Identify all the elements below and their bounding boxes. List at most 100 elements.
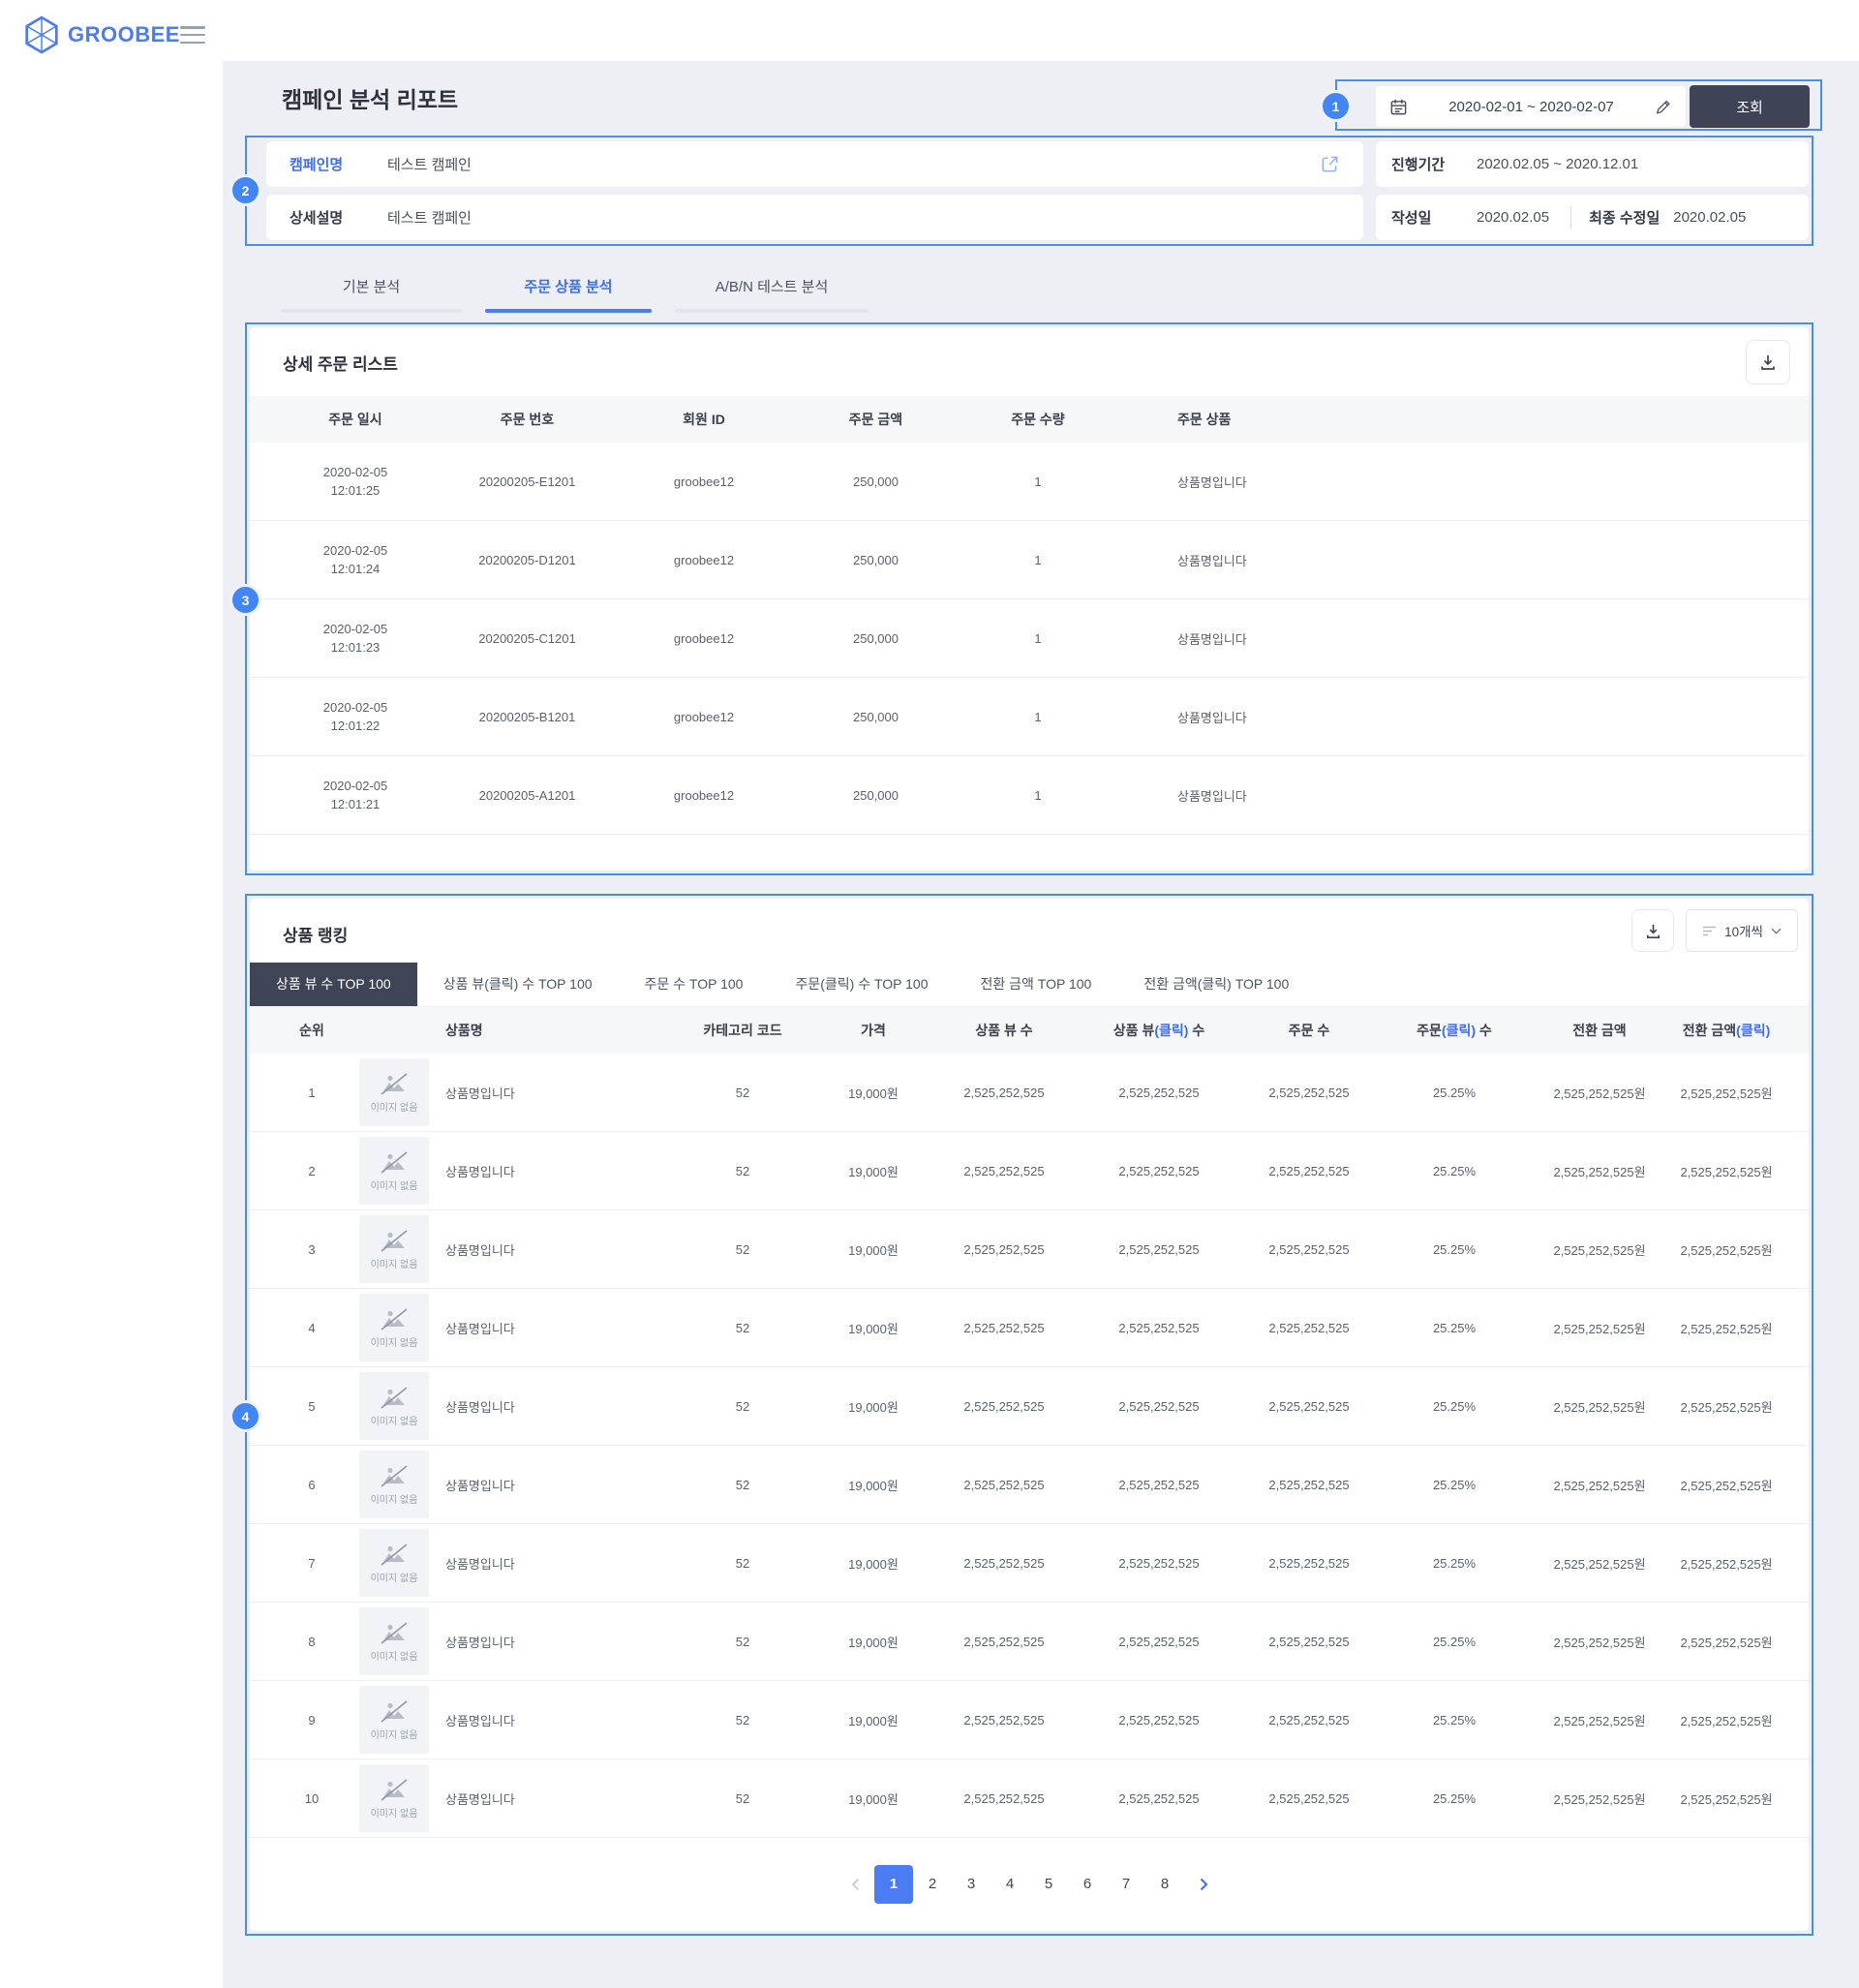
tab-analysis-0[interactable]: 기본 분석: [281, 276, 462, 313]
cell-price: 19,000원: [815, 1554, 931, 1573]
cell-category: 52: [670, 1321, 815, 1335]
cell-thumbnail: 이미지 없음: [350, 1686, 438, 1754]
campaign-dates-field: 작성일 2020.02.05 최종 수정일 2020.02.05: [1376, 195, 1809, 240]
order-col-header: 주문 번호: [438, 410, 617, 429]
table-row: 2020-02-0512:01:2220200205-B1201groobee1…: [250, 678, 1809, 756]
page-size-dropdown[interactable]: 10개씩: [1686, 909, 1798, 952]
ranking-row: 9이미지 없음상품명입니다5219,000원2,525,252,5252,525…: [250, 1681, 1809, 1759]
order-list-title: 상세 주문 리스트: [283, 351, 398, 375]
order-datetime: 2020-02-0512:01:25: [273, 463, 438, 500]
cell-thumbnail: 이미지 없음: [350, 1451, 438, 1518]
header-click-text: (클릭): [1154, 1023, 1188, 1038]
cell-conversion-clicks: 2,525,252,525원: [1667, 1319, 1785, 1337]
download-button[interactable]: [1746, 340, 1790, 384]
ranking-tab-3[interactable]: 주문(클릭) 수 TOP 100: [769, 963, 954, 1006]
brand-logo[interactable]: GROOBEE: [24, 15, 180, 54]
product-thumbnail: 이미지 없음: [359, 1372, 429, 1440]
ranking-row: 1이미지 없음상품명입니다5219,000원2,525,252,5252,525…: [250, 1054, 1809, 1132]
cell-member-id: groobee12: [617, 553, 791, 567]
order-col-header: 주문 상품: [1115, 410, 1809, 429]
ranking-tab-1[interactable]: 상품 뷰(클릭) 수 TOP 100: [417, 963, 619, 1006]
cell-view-clicks: 2,525,252,525: [1077, 1399, 1241, 1414]
order-datetime: 2020-02-0512:01:24: [273, 541, 438, 578]
ranking-tab-2[interactable]: 주문 수 TOP 100: [619, 963, 770, 1006]
table-row: 2020-02-0512:01:2520200205-E1201groobee1…: [250, 443, 1809, 521]
header-text: 수: [1188, 1023, 1204, 1038]
brand-name: GROOBEE: [68, 22, 180, 47]
campaign-name-label: 캠페인명: [290, 154, 387, 174]
cell-price: 19,000원: [815, 1633, 931, 1651]
cell-conversion-clicks: 2,525,252,525원: [1667, 1397, 1785, 1416]
cell-views: 2,525,252,525: [931, 1635, 1077, 1649]
download-icon: [1758, 352, 1778, 372]
cell-order-datetime: 2020-02-0512:01:24: [273, 541, 438, 578]
order-col-header: 주문 일시: [273, 410, 438, 429]
cell-order-clicks: 25.25%: [1377, 1791, 1532, 1806]
annotation-badge-3: 3: [232, 587, 259, 613]
ranking-tab-4[interactable]: 전환 금액 TOP 100: [955, 963, 1118, 1006]
no-image-caption: 이미지 없음: [371, 1099, 418, 1114]
prev-page-button[interactable]: [836, 1865, 874, 1904]
order-table-header: 주문 일시주문 번호회원 ID주문 금액주문 수량주문 상품: [250, 396, 1809, 443]
cell-conversion: 2,525,252,525원: [1532, 1633, 1667, 1651]
table-row: 2020-02-0512:01:2120200205-A1201groobee1…: [250, 756, 1809, 835]
next-page-button[interactable]: [1184, 1865, 1223, 1904]
date-range-picker[interactable]: 2020-02-01 ~ 2020-02-07: [1376, 86, 1686, 127]
ranking-tab-0[interactable]: 상품 뷰 수 TOP 100: [250, 963, 417, 1006]
sidebar: GROOBEE: [0, 0, 223, 1988]
pagination: 12345678: [250, 1865, 1809, 1904]
page-button-8[interactable]: 8: [1145, 1865, 1184, 1904]
cell-order-datetime: 2020-02-0512:01:22: [273, 698, 438, 735]
cell-amount: 250,000: [791, 631, 960, 646]
order-col-header: 주문 수량: [960, 410, 1115, 429]
cell-conversion: 2,525,252,525원: [1532, 1162, 1667, 1180]
cell-product-name: 상품명입니다: [438, 1319, 670, 1337]
ranking-col-header: 전환 금액: [1532, 1021, 1667, 1040]
cell-orders: 2,525,252,525: [1241, 1791, 1377, 1806]
period-label: 진행기간: [1391, 154, 1477, 174]
product-thumbnail: 이미지 없음: [359, 1764, 429, 1832]
cell-category: 52: [670, 1164, 815, 1178]
cell-view-clicks: 2,525,252,525: [1077, 1086, 1241, 1100]
no-image-icon: [380, 1307, 409, 1331]
cell-price: 19,000원: [815, 1319, 931, 1337]
edit-pencil-icon[interactable]: [1655, 98, 1672, 115]
cell-order-clicks: 25.25%: [1377, 1164, 1532, 1178]
cell-order-clicks: 25.25%: [1377, 1635, 1532, 1649]
menu-toggle-button[interactable]: [180, 26, 205, 44]
header-click-text: (클릭): [1442, 1023, 1476, 1038]
page-button-5[interactable]: 5: [1029, 1865, 1068, 1904]
product-thumbnail: 이미지 없음: [359, 1215, 429, 1283]
page-button-4[interactable]: 4: [990, 1865, 1029, 1904]
search-button[interactable]: 조회: [1690, 85, 1810, 128]
cell-qty: 1: [960, 710, 1115, 724]
tab-analysis-2[interactable]: A/B/N 테스트 분석: [675, 276, 869, 313]
cell-order-clicks: 25.25%: [1377, 1713, 1532, 1728]
page-button-3[interactable]: 3: [952, 1865, 990, 1904]
cell-thumbnail: 이미지 없음: [350, 1058, 438, 1126]
cell-conversion: 2,525,252,525원: [1532, 1711, 1667, 1729]
header-text: 주문: [1417, 1023, 1442, 1038]
external-link-icon[interactable]: [1320, 154, 1340, 174]
page-button-1[interactable]: 1: [874, 1865, 913, 1904]
tab-analysis-1[interactable]: 주문 상품 분석: [485, 276, 652, 313]
chevron-left-icon: [851, 1878, 860, 1891]
cell-amount: 250,000: [791, 710, 960, 724]
order-date: 2020-02-05: [273, 463, 438, 481]
no-image-icon: [380, 1778, 409, 1802]
cell-conversion-clicks: 2,525,252,525원: [1667, 1789, 1785, 1808]
cell-rank: 1: [273, 1086, 350, 1100]
cell-qty: 1: [960, 474, 1115, 489]
order-col-header: 회원 ID: [617, 410, 791, 429]
hamburger-icon: [180, 26, 205, 29]
ranking-tab-5[interactable]: 전환 금액(클릭) TOP 100: [1117, 963, 1315, 1006]
cell-qty: 1: [960, 553, 1115, 567]
order-time: 12:01:24: [273, 560, 438, 578]
page-button-2[interactable]: 2: [913, 1865, 952, 1904]
ranking-download-button[interactable]: [1631, 909, 1674, 952]
cell-product-name: 상품명입니다: [438, 1554, 670, 1573]
page-button-7[interactable]: 7: [1107, 1865, 1145, 1904]
ranking-tabs: 상품 뷰 수 TOP 100상품 뷰(클릭) 수 TOP 100주문 수 TOP…: [250, 963, 1809, 1007]
cell-price: 19,000원: [815, 1397, 931, 1416]
page-button-6[interactable]: 6: [1068, 1865, 1107, 1904]
